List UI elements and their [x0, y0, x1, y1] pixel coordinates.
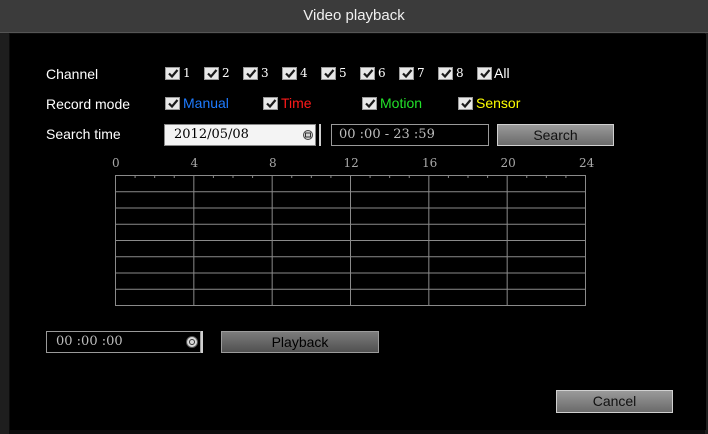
channel-4-label: 4	[300, 66, 308, 80]
cancel-button[interactable]: Cancel	[556, 390, 673, 413]
channel-1-label: 1	[183, 66, 191, 80]
channel-7-label: 7	[417, 66, 425, 80]
channel-6-checkbox[interactable]	[360, 67, 375, 80]
mode-motion-label: Motion	[380, 95, 423, 111]
playback-time-value: 00 :00 :00	[56, 334, 123, 349]
channel-3-checkbox[interactable]	[243, 67, 258, 80]
record-mode-label: Record mode	[46, 96, 131, 112]
mode-time-label: Time	[281, 95, 312, 111]
timeline-tick-8: 8	[269, 156, 277, 170]
mode-manual-label: Manual	[183, 95, 229, 111]
channel-label: Channel	[46, 66, 99, 82]
search-time-label: Search time	[46, 126, 121, 142]
window-title: Video playback	[0, 0, 708, 33]
channel-2-checkbox[interactable]	[204, 67, 219, 80]
timeline-grid-svg	[115, 175, 586, 306]
playback-time-field[interactable]: 00 :00 :00	[46, 331, 201, 353]
channel-3-label: 3	[261, 66, 269, 80]
channel-6-label: 6	[378, 66, 386, 80]
timeline-tick-16: 16	[422, 156, 438, 170]
playback-button[interactable]: Playback	[221, 331, 379, 353]
channel-4-checkbox[interactable]	[282, 67, 297, 80]
channel-7-checkbox[interactable]	[399, 67, 414, 80]
channel-2-label: 2	[222, 66, 230, 80]
timeline-tick-12: 12	[343, 156, 359, 170]
date-field-divider	[319, 124, 321, 146]
search-button[interactable]: Search	[497, 124, 614, 146]
mode-sensor-label: Sensor	[476, 95, 521, 111]
mode-manual-checkbox[interactable]	[165, 97, 180, 110]
timeline-tick-0: 0	[112, 156, 120, 170]
timeline-tick-4: 4	[190, 156, 199, 170]
channel-all-label: All	[494, 65, 510, 81]
time-range-field[interactable]: 00 :00 - 23 :59	[331, 124, 489, 146]
time-range-value: 00 :00 - 23 :59	[339, 127, 435, 142]
channel-all-checkbox[interactable]	[477, 67, 492, 80]
channel-8-label: 8	[456, 66, 464, 80]
timeline-tick-20: 20	[500, 156, 516, 170]
playback-field-divider	[201, 331, 203, 353]
mode-sensor-checkbox[interactable]	[458, 97, 473, 110]
timeline-tick-24: 24	[579, 156, 595, 170]
channel-8-checkbox[interactable]	[438, 67, 453, 80]
timeline-grid[interactable]	[115, 175, 586, 306]
channel-1-checkbox[interactable]	[165, 67, 180, 80]
clock-icon[interactable]	[186, 336, 198, 348]
date-field[interactable]: 2012/05/08	[164, 124, 316, 146]
calendar-icon[interactable]	[303, 130, 313, 140]
left-frame	[0, 33, 9, 434]
date-value: 2012/05/08	[174, 127, 249, 142]
channel-5-label: 5	[339, 66, 347, 80]
channel-5-checkbox[interactable]	[321, 67, 336, 80]
mode-time-checkbox[interactable]	[263, 97, 278, 110]
mode-motion-checkbox[interactable]	[362, 97, 377, 110]
